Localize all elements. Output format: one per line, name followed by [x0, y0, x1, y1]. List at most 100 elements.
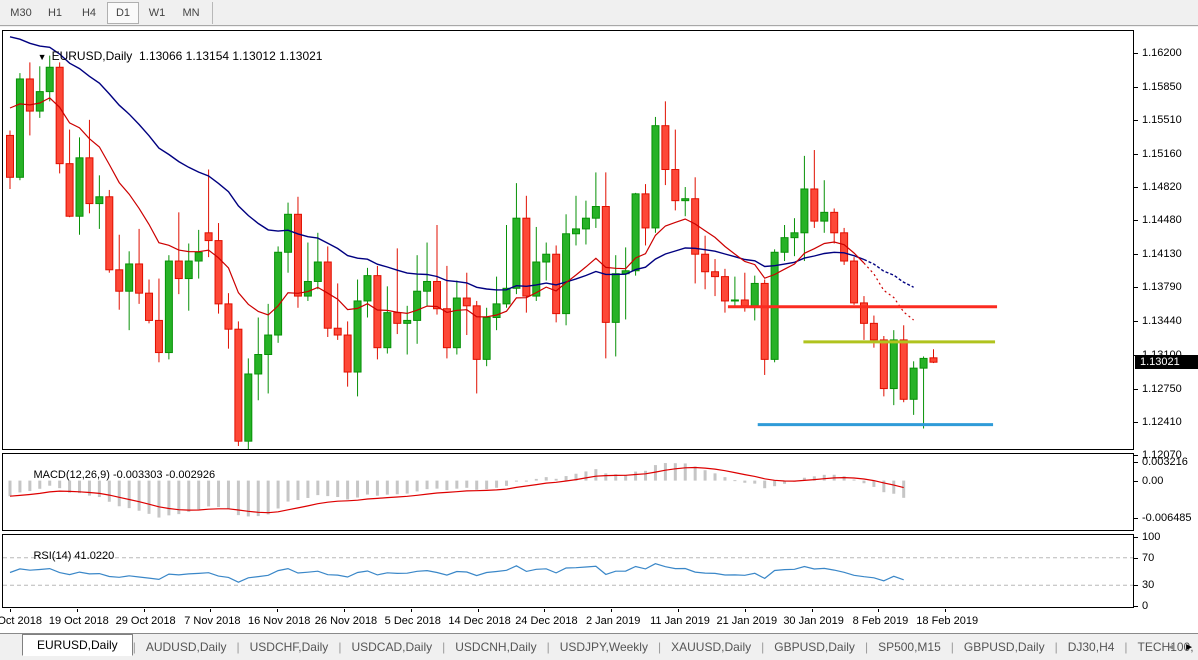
- macd-histogram-bar: [743, 481, 746, 483]
- macd-histogram-bar: [515, 481, 518, 482]
- candle-body-2018-11-16: [275, 252, 282, 335]
- macd-histogram-bar: [386, 481, 389, 495]
- candle-body-2019-02-15: [920, 358, 927, 368]
- macd-histogram-bar: [723, 477, 726, 480]
- candle-body-2018-11-12: [235, 329, 242, 441]
- macd-histogram-bar: [684, 463, 687, 480]
- candle-body-2019-01-08: [642, 194, 649, 228]
- date-tick-label: 26 Nov 2018: [313, 615, 379, 627]
- macd-histogram-bar: [376, 481, 379, 496]
- timeframe-button-d1[interactable]: D1: [107, 2, 139, 24]
- timeframe-button-w1[interactable]: W1: [141, 2, 173, 24]
- macd-histogram-bar: [644, 471, 647, 481]
- price-tick-label-tick: [1133, 321, 1138, 322]
- candle-body-2018-12-14: [473, 306, 480, 360]
- candle-body-2018-11-06: [195, 252, 202, 261]
- timeframe-button-mn[interactable]: MN: [175, 2, 207, 24]
- macd-histogram-bar: [763, 481, 766, 489]
- macd-histogram-bar: [545, 477, 548, 480]
- price-tick-label-tick: [1133, 154, 1138, 155]
- macd-histogram-bar: [843, 476, 846, 480]
- price-tick-label-tick: [1133, 220, 1138, 221]
- timeframe-button-h1[interactable]: H1: [39, 2, 71, 24]
- macd-histogram-bar: [634, 472, 637, 481]
- chart-symbol-period: EURUSD,Daily: [52, 49, 133, 63]
- tab-sp500-m15[interactable]: SP500,M15: [868, 637, 951, 657]
- macd-histogram-bar: [604, 473, 607, 480]
- date-tick-mark: [77, 609, 78, 612]
- macd-histogram-bar: [555, 479, 558, 481]
- tab-dj30-h4[interactable]: DJ30,H4: [1058, 637, 1125, 657]
- candle-body-2018-10-18: [66, 164, 73, 217]
- tab-scroll-buttons: ◄►: [1166, 634, 1194, 660]
- rsi-tick-label: 30: [1142, 579, 1154, 591]
- candle-body-2018-10-12: [26, 79, 33, 111]
- macd-histogram-bar: [356, 481, 359, 498]
- mt4-application: M30H1H4D1W1MN ▼ EURUSD,Daily 1.13066 1.13…: [0, 0, 1198, 660]
- rsi-tick-label: 70: [1142, 552, 1154, 564]
- tab-xauusd-daily[interactable]: XAUUSD,Daily: [661, 637, 761, 657]
- rsi-panel: RSI(14) 41.0220: [2, 534, 1134, 608]
- candle-body-2019-01-03: [612, 274, 619, 323]
- candle-body-2018-12-11: [443, 309, 450, 348]
- candle-body-2018-11-20: [294, 214, 301, 296]
- macd-histogram-bar: [853, 480, 856, 481]
- candle-body-2018-10-23: [96, 197, 103, 204]
- tab-audusd-daily[interactable]: AUDUSD,Daily: [136, 637, 237, 657]
- timeframe-button-m30[interactable]: M30: [5, 2, 37, 24]
- candle-body-2019-01-23: [751, 283, 758, 305]
- date-tick-label: 5 Dec 2018: [380, 615, 446, 627]
- price-tick-label: 1.12750: [1142, 383, 1182, 395]
- tab-eurusd-daily[interactable]: EURUSD,Daily: [22, 634, 133, 656]
- tab-usdchf-daily[interactable]: USDCHF,Daily: [240, 637, 339, 657]
- macd-panel: MACD(12,26,9) -0.003303 -0.002926: [2, 453, 1134, 531]
- candle-body-2019-01-16: [702, 254, 709, 272]
- macd-histogram-bar: [257, 481, 260, 516]
- macd-histogram-bar: [475, 481, 478, 490]
- price-tick-label-tick: [1133, 287, 1138, 288]
- candle-body-2018-12-21: [523, 218, 530, 296]
- macd-histogram-bar: [316, 481, 319, 496]
- date-tick-label: 21 Jan 2019: [714, 615, 780, 627]
- price-tick-label: 1.14480: [1142, 214, 1182, 226]
- macd-histogram-bar: [505, 481, 508, 486]
- macd-histogram-bar: [773, 481, 776, 487]
- macd-histogram-bar: [465, 481, 468, 488]
- macd-histogram-bar: [872, 481, 875, 487]
- candle-body-2018-12-17: [483, 318, 490, 360]
- candle-body-2018-10-19: [76, 158, 83, 216]
- symbol-dropdown-icon[interactable]: ▼: [38, 52, 47, 62]
- chart-ohlc-values: 1.13066 1.13154 1.13012 1.13021: [139, 49, 323, 63]
- tab-usdjpy-weekly[interactable]: USDJPY,Weekly: [550, 637, 658, 657]
- date-tick-mark: [210, 609, 211, 612]
- candle-body-2018-11-08: [215, 241, 222, 304]
- date-tick-label: 29 Oct 2018: [113, 615, 179, 627]
- date-tick-label: 8 Feb 2019: [847, 615, 913, 627]
- rsi-tick-label-tick: [1133, 585, 1138, 586]
- candle-body-2018-12-03: [384, 313, 391, 348]
- candle-body-2018-11-07: [205, 233, 212, 241]
- tab-scroll-right-icon[interactable]: ►: [1184, 642, 1194, 653]
- rsi-canvas[interactable]: [3, 535, 1133, 607]
- tab-usdcnh-daily[interactable]: USDCNH,Daily: [445, 637, 546, 657]
- date-tick-mark: [678, 609, 679, 612]
- candle-body-2018-10-26: [126, 264, 133, 291]
- date-tick-label: 14 Dec 2018: [447, 615, 513, 627]
- macd-histogram-bar: [535, 479, 538, 481]
- toolbar-separator: [212, 2, 213, 24]
- date-tick-mark: [411, 609, 412, 612]
- candle-body-2019-01-11: [672, 170, 679, 201]
- date-tick-label: 16 Nov 2018: [246, 615, 312, 627]
- timeframe-button-h4[interactable]: H4: [73, 2, 105, 24]
- candle-body-2018-11-21: [304, 281, 311, 296]
- tab-gbpusd-daily[interactable]: GBPUSD,Daily: [764, 637, 865, 657]
- rsi-tick-label: 0: [1142, 600, 1148, 612]
- candle-body-2018-12-31: [582, 218, 589, 229]
- price-chart-canvas[interactable]: [3, 31, 1133, 449]
- tab-gbpusd-daily[interactable]: GBPUSD,Daily: [954, 637, 1055, 657]
- macd-histogram-bar: [733, 480, 736, 481]
- candle-body-2019-01-29: [791, 233, 798, 238]
- candle-body-2018-12-13: [463, 298, 470, 306]
- tab-usdcad-daily[interactable]: USDCAD,Daily: [341, 637, 442, 657]
- tab-scroll-left-icon[interactable]: ◄: [1166, 642, 1176, 653]
